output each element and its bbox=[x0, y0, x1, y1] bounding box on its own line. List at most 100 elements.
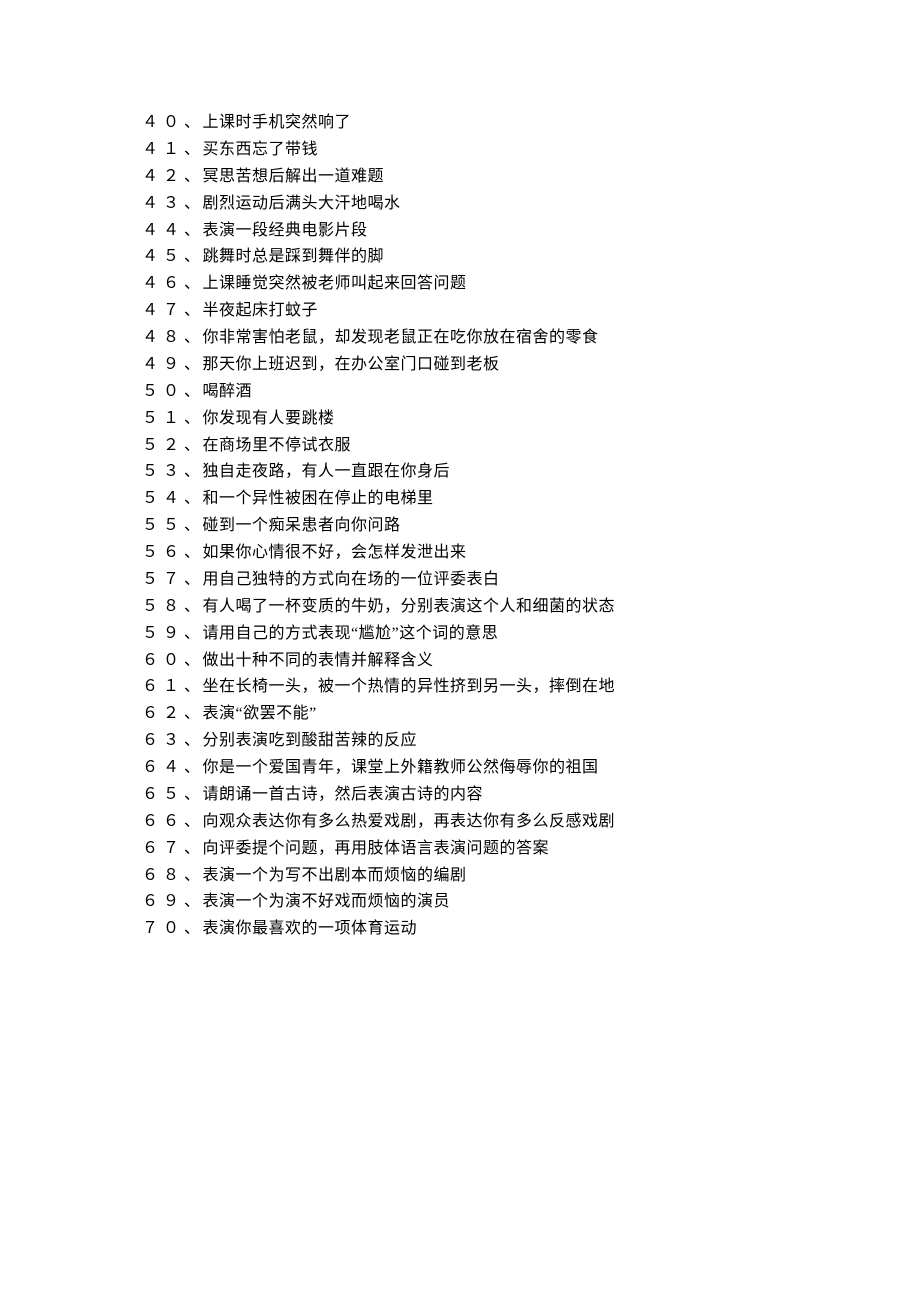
item-separator: 、 bbox=[184, 920, 201, 937]
item-separator: 、 bbox=[184, 867, 201, 884]
item-text: 向观众表达你有多么热爱戏剧，再表达你有多么反感戏剧 bbox=[203, 813, 616, 830]
item-text: 表演你最喜欢的一项体育运动 bbox=[203, 920, 418, 937]
numbered-list: ４０、上课时手机突然响了４１、买东西忘了带钱４２、冥思苦想后解出一道难题４３、剧… bbox=[142, 110, 840, 943]
item-text: 买东西忘了带钱 bbox=[203, 141, 319, 158]
item-separator: 、 bbox=[184, 463, 201, 480]
list-item: ６６、向观众表达你有多么热爱戏剧，再表达你有多么反感戏剧 bbox=[142, 809, 840, 836]
list-item: ４４、表演一段经典电影片段 bbox=[142, 218, 840, 245]
item-separator: 、 bbox=[184, 625, 201, 642]
item-separator: 、 bbox=[184, 437, 201, 454]
list-item: ４３、剧烈运动后满头大汗地喝水 bbox=[142, 191, 840, 218]
item-text: 在商场里不停试衣服 bbox=[203, 437, 352, 454]
item-number: ４０ bbox=[142, 114, 184, 131]
list-item: ６０、做出十种不同的表情并解释含义 bbox=[142, 648, 840, 675]
item-number: ６０ bbox=[142, 652, 184, 669]
item-number: ７０ bbox=[142, 920, 184, 937]
item-separator: 、 bbox=[184, 786, 201, 803]
item-number: ４７ bbox=[142, 302, 184, 319]
item-separator: 、 bbox=[184, 114, 201, 131]
item-text: 请用自己的方式表现“尴尬”这个词的意思 bbox=[203, 625, 499, 642]
item-text: 冥思苦想后解出一道难题 bbox=[203, 168, 385, 185]
item-number: ６９ bbox=[142, 893, 184, 910]
item-text: 喝醉酒 bbox=[203, 383, 253, 400]
item-text: 坐在长椅一头，被一个热情的异性挤到另一头，摔倒在地 bbox=[203, 678, 616, 695]
list-item: ４５、跳舞时总是踩到舞伴的脚 bbox=[142, 244, 840, 271]
list-item: ５４、和一个异性被困在停止的电梯里 bbox=[142, 486, 840, 513]
item-separator: 、 bbox=[184, 410, 201, 427]
list-item: ６５、请朗诵一首古诗，然后表演古诗的内容 bbox=[142, 782, 840, 809]
list-item: ４８、你非常害怕老鼠，却发现老鼠正在吃你放在宿舍的零食 bbox=[142, 325, 840, 352]
item-text: 碰到一个痴呆患者向你问路 bbox=[203, 517, 401, 534]
list-item: ５１、你发现有人要跳楼 bbox=[142, 406, 840, 433]
list-item: ４９、那天你上班迟到，在办公室门口碰到老板 bbox=[142, 352, 840, 379]
list-item: ４０、上课时手机突然响了 bbox=[142, 110, 840, 137]
item-separator: 、 bbox=[184, 517, 201, 534]
item-separator: 、 bbox=[184, 598, 201, 615]
item-number: ４４ bbox=[142, 222, 184, 239]
item-separator: 、 bbox=[184, 141, 201, 158]
item-number: ４３ bbox=[142, 195, 184, 212]
item-number: ４８ bbox=[142, 329, 184, 346]
item-text: 表演“欲罢不能” bbox=[203, 705, 317, 722]
item-separator: 、 bbox=[184, 248, 201, 265]
item-number: ４６ bbox=[142, 275, 184, 292]
item-separator: 、 bbox=[184, 705, 201, 722]
item-text: 表演一个为演不好戏而烦恼的演员 bbox=[203, 893, 451, 910]
list-item: ６３、分别表演吃到酸甜苦辣的反应 bbox=[142, 728, 840, 755]
item-number: ６７ bbox=[142, 840, 184, 857]
item-number: ４１ bbox=[142, 141, 184, 158]
item-text: 上课时手机突然响了 bbox=[203, 114, 352, 131]
list-item: ５８、有人喝了一杯变质的牛奶，分别表演这个人和细菌的状态 bbox=[142, 594, 840, 621]
item-separator: 、 bbox=[184, 222, 201, 239]
list-item: ４１、买东西忘了带钱 bbox=[142, 137, 840, 164]
item-separator: 、 bbox=[184, 732, 201, 749]
list-item: ４２、冥思苦想后解出一道难题 bbox=[142, 164, 840, 191]
item-separator: 、 bbox=[184, 168, 201, 185]
list-item: ５６、如果你心情很不好，会怎样发泄出来 bbox=[142, 540, 840, 567]
item-number: ６８ bbox=[142, 867, 184, 884]
item-text: 你非常害怕老鼠，却发现老鼠正在吃你放在宿舍的零食 bbox=[203, 329, 599, 346]
item-number: ５２ bbox=[142, 437, 184, 454]
item-text: 你是一个爱国青年，课堂上外籍教师公然侮辱你的祖国 bbox=[203, 759, 599, 776]
item-text: 做出十种不同的表情并解释含义 bbox=[203, 652, 434, 669]
item-number: ４５ bbox=[142, 248, 184, 265]
list-item: ６７、向评委提个问题，再用肢体语言表演问题的答案 bbox=[142, 836, 840, 863]
item-separator: 、 bbox=[184, 813, 201, 830]
list-item: ５７、用自己独特的方式向在场的一位评委表白 bbox=[142, 567, 840, 594]
item-separator: 、 bbox=[184, 329, 201, 346]
item-text: 独自走夜路，有人一直跟在你身后 bbox=[203, 463, 451, 480]
item-separator: 、 bbox=[184, 759, 201, 776]
list-item: ６４、你是一个爱国青年，课堂上外籍教师公然侮辱你的祖国 bbox=[142, 755, 840, 782]
item-separator: 、 bbox=[184, 652, 201, 669]
item-number: ６１ bbox=[142, 678, 184, 695]
item-text: 上课睡觉突然被老师叫起来回答问题 bbox=[203, 275, 467, 292]
item-number: ５８ bbox=[142, 598, 184, 615]
item-separator: 、 bbox=[184, 383, 201, 400]
item-number: ６３ bbox=[142, 732, 184, 749]
list-item: ６９、表演一个为演不好戏而烦恼的演员 bbox=[142, 889, 840, 916]
list-item: ５２、在商场里不停试衣服 bbox=[142, 433, 840, 460]
item-text: 有人喝了一杯变质的牛奶，分别表演这个人和细菌的状态 bbox=[203, 598, 616, 615]
item-text: 表演一个为写不出剧本而烦恼的编剧 bbox=[203, 867, 467, 884]
list-item: ７０、表演你最喜欢的一项体育运动 bbox=[142, 916, 840, 943]
item-separator: 、 bbox=[184, 356, 201, 373]
item-text: 请朗诵一首古诗，然后表演古诗的内容 bbox=[203, 786, 484, 803]
list-item: ６２、表演“欲罢不能” bbox=[142, 701, 840, 728]
item-text: 半夜起床打蚊子 bbox=[203, 302, 319, 319]
item-number: ５６ bbox=[142, 544, 184, 561]
item-separator: 、 bbox=[184, 678, 201, 695]
item-number: ６６ bbox=[142, 813, 184, 830]
list-item: ４７、半夜起床打蚊子 bbox=[142, 298, 840, 325]
item-text: 表演一段经典电影片段 bbox=[203, 222, 368, 239]
item-text: 用自己独特的方式向在场的一位评委表白 bbox=[203, 571, 500, 588]
item-text: 剧烈运动后满头大汗地喝水 bbox=[203, 195, 401, 212]
item-number: ５７ bbox=[142, 571, 184, 588]
item-number: ４９ bbox=[142, 356, 184, 373]
item-separator: 、 bbox=[184, 544, 201, 561]
item-number: ５３ bbox=[142, 463, 184, 480]
item-number: ６５ bbox=[142, 786, 184, 803]
item-text: 你发现有人要跳楼 bbox=[203, 410, 335, 427]
list-item: ５５、碰到一个痴呆患者向你问路 bbox=[142, 513, 840, 540]
item-text: 和一个异性被困在停止的电梯里 bbox=[203, 490, 434, 507]
item-number: ６２ bbox=[142, 705, 184, 722]
